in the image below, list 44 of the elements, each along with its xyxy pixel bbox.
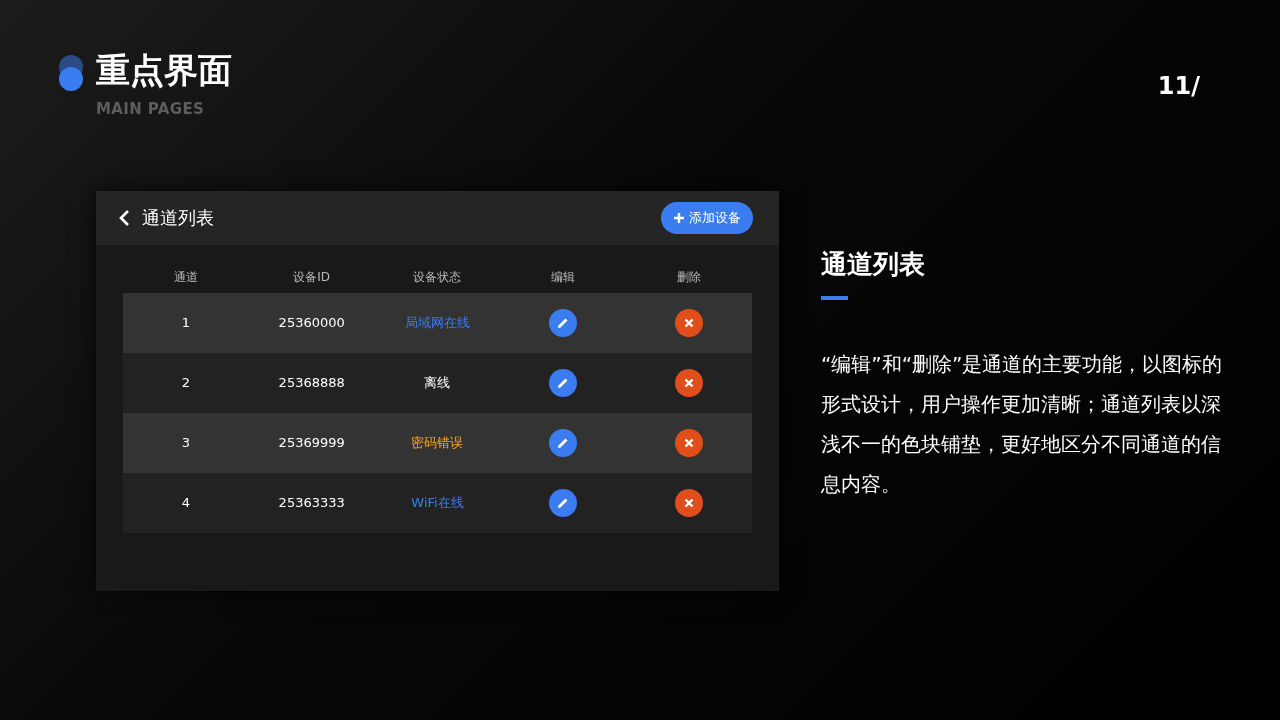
section-title: 通道列表	[821, 247, 926, 281]
column-header: 设备状态	[412, 268, 463, 286]
close-icon	[684, 317, 695, 328]
edit-button[interactable]	[549, 308, 578, 337]
column-header: 删除	[676, 268, 703, 286]
delete-button[interactable]	[675, 428, 704, 457]
channel-cell-text: 2	[180, 373, 192, 392]
edit-button[interactable]	[549, 488, 578, 517]
add-device-button[interactable]: 添加设备	[661, 201, 753, 234]
circles-logo-icon	[58, 54, 84, 92]
status-cell-text: 局域网在线	[404, 313, 471, 332]
back-chevron-icon[interactable]	[118, 208, 132, 227]
status-cell-text: 密码错误	[410, 433, 465, 452]
app-title: 通道列表	[142, 206, 214, 230]
description-text: “编辑”和“删除”是通道的主要功能，以图标的形式设计，用户操作更加清晰；通道列表以深浅不一的色块铺垫，更好地区分不同通道的信息内容。	[821, 350, 1223, 498]
column-header: 设备ID	[292, 268, 332, 286]
column-header: 通道	[172, 268, 199, 286]
page-number: 11/	[1157, 71, 1200, 102]
edit-button[interactable]	[549, 368, 578, 397]
pencil-icon	[557, 376, 570, 389]
device-id-cell-text: 25363333	[277, 493, 346, 512]
column-header: 编辑	[550, 268, 577, 286]
channel-cell-text: 4	[180, 493, 192, 512]
device-id-cell-text: 25360000	[277, 313, 346, 332]
accent-bar	[821, 295, 848, 300]
plus-icon	[673, 211, 685, 224]
edit-button[interactable]	[549, 428, 578, 457]
page-title: 重点界面	[96, 50, 232, 90]
delete-button[interactable]	[675, 488, 704, 517]
page-subtitle: MAIN PAGES	[96, 99, 206, 120]
device-id-cell-text: 25368888	[277, 373, 346, 392]
channel-cell-text: 3	[180, 433, 192, 452]
close-icon	[684, 437, 695, 448]
channel-cell-text: 1	[180, 313, 192, 332]
close-icon	[684, 377, 695, 388]
pencil-icon	[557, 496, 570, 509]
delete-button[interactable]	[675, 368, 704, 397]
pencil-icon	[557, 436, 570, 449]
device-id-cell-text: 25369999	[277, 433, 346, 452]
status-cell-text: WiFi在线	[410, 493, 465, 512]
close-icon	[684, 497, 695, 508]
status-cell-text: 离线	[423, 373, 452, 392]
pencil-icon	[557, 316, 570, 329]
delete-button[interactable]	[675, 308, 704, 337]
